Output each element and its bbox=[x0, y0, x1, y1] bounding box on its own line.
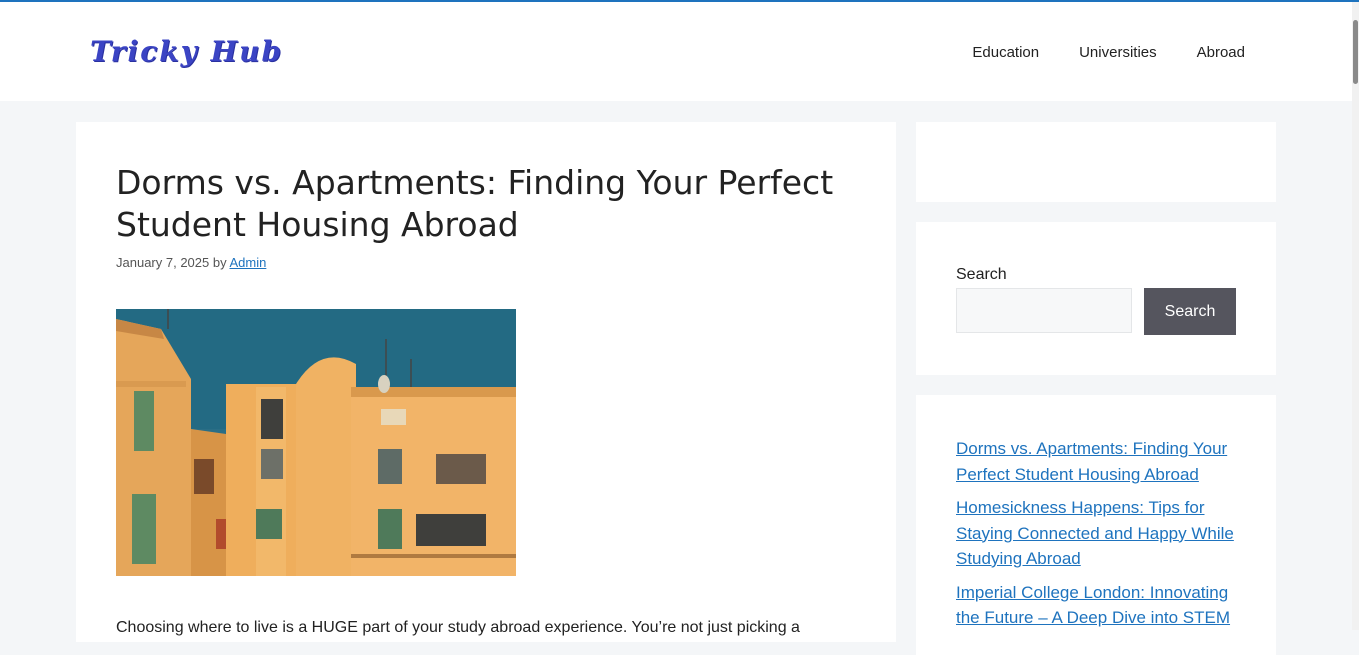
article-excerpt: Choosing where to live is a HUGE part of… bbox=[116, 619, 800, 636]
recent-post-link[interactable]: Homesickness Happens: Tips for Staying C… bbox=[956, 498, 1234, 568]
recent-post-link[interactable]: Imperial College London: Innovating the … bbox=[956, 583, 1230, 628]
list-item: Imperial College London: Innovating the … bbox=[956, 580, 1246, 631]
nav-item-education[interactable]: Education bbox=[952, 44, 1059, 61]
featured-image bbox=[116, 309, 516, 576]
list-item: Homesickness Happens: Tips for Staying C… bbox=[956, 495, 1246, 572]
search-input[interactable] bbox=[956, 288, 1132, 333]
author-link[interactable]: Admin bbox=[230, 255, 267, 270]
page-scrollbar[interactable] bbox=[1352, 2, 1359, 630]
search-label: Search bbox=[956, 266, 1007, 283]
nav-item-abroad[interactable]: Abroad bbox=[1177, 44, 1245, 61]
list-item: Dorms vs. Apartments: Finding Your Perfe… bbox=[956, 436, 1246, 487]
nav-item-universities[interactable]: Universities bbox=[1059, 44, 1177, 61]
article-by: by bbox=[212, 255, 227, 270]
search-button[interactable]: Search bbox=[1144, 288, 1236, 335]
recent-posts-widget: Dorms vs. Apartments: Finding Your Perfe… bbox=[916, 395, 1276, 655]
article-card: Dorms vs. Apartments: Finding Your Perfe… bbox=[76, 122, 896, 642]
site-header: Tricky Hub Education Universities Abroad bbox=[0, 2, 1352, 101]
article-date: January 7, 2025 bbox=[116, 255, 210, 270]
main-navigation: Education Universities Abroad bbox=[952, 44, 1245, 61]
sidebar-empty-widget bbox=[916, 122, 1276, 202]
recent-posts-list: Dorms vs. Apartments: Finding Your Perfe… bbox=[956, 436, 1246, 639]
article-meta: January 7, 2025 by Admin bbox=[116, 255, 266, 270]
recent-post-link[interactable]: Dorms vs. Apartments: Finding Your Perfe… bbox=[956, 439, 1227, 484]
scrollbar-thumb[interactable] bbox=[1353, 20, 1358, 84]
article-title: Dorms vs. Apartments: Finding Your Perfe… bbox=[116, 163, 834, 244]
search-widget: Search Search bbox=[916, 222, 1276, 375]
site-logo[interactable]: Tricky Hub bbox=[90, 35, 283, 68]
